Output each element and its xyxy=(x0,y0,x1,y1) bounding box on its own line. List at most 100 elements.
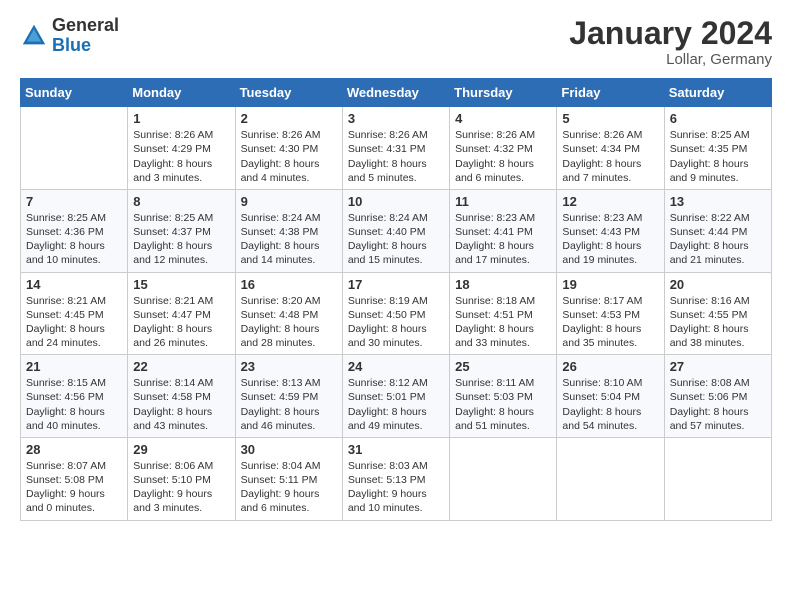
day-number: 7 xyxy=(26,194,122,209)
day-info: Sunrise: 8:13 AM Sunset: 4:59 PM Dayligh… xyxy=(241,376,337,433)
day-number: 1 xyxy=(133,111,229,126)
calendar-day-cell: 6 Sunrise: 8:25 AM Sunset: 4:35 PM Daylig… xyxy=(664,107,771,190)
day-of-week-header: Thursday xyxy=(450,79,557,107)
day-number: 29 xyxy=(133,442,229,457)
calendar-day-cell: 22 Sunrise: 8:14 AM Sunset: 4:58 PM Dayli… xyxy=(128,355,235,438)
day-number: 15 xyxy=(133,277,229,292)
calendar-day-cell: 30 Sunrise: 8:04 AM Sunset: 5:11 PM Dayli… xyxy=(235,437,342,520)
day-number: 10 xyxy=(348,194,444,209)
day-number: 6 xyxy=(670,111,766,126)
calendar-day-cell: 20 Sunrise: 8:16 AM Sunset: 4:55 PM Dayli… xyxy=(664,272,771,355)
day-number: 19 xyxy=(562,277,658,292)
calendar-day-cell: 15 Sunrise: 8:21 AM Sunset: 4:47 PM Dayli… xyxy=(128,272,235,355)
calendar-day-cell: 5Sunrise: 8:26 AM Sunset: 4:34 PM Daylig… xyxy=(557,107,664,190)
day-of-week-header: Friday xyxy=(557,79,664,107)
day-info: Sunrise: 8:26 AM Sunset: 4:30 PM Dayligh… xyxy=(241,128,337,185)
calendar-day-cell: 26 Sunrise: 8:10 AM Sunset: 5:04 PM Dayli… xyxy=(557,355,664,438)
day-of-week-header: Sunday xyxy=(21,79,128,107)
day-number: 2 xyxy=(241,111,337,126)
day-number: 22 xyxy=(133,359,229,374)
day-of-week-header: Monday xyxy=(128,79,235,107)
day-info: Sunrise: 8:15 AM Sunset: 4:56 PM Dayligh… xyxy=(26,376,122,433)
day-number: 17 xyxy=(348,277,444,292)
day-info: Sunrise: 8:07 AM Sunset: 5:08 PM Dayligh… xyxy=(26,459,122,516)
day-number: 5 xyxy=(562,111,658,126)
calendar-header-row: SundayMondayTuesdayWednesdayThursdayFrid… xyxy=(21,79,772,107)
day-of-week-header: Saturday xyxy=(664,79,771,107)
day-number: 18 xyxy=(455,277,551,292)
day-info: Sunrise: 8:20 AM Sunset: 4:48 PM Dayligh… xyxy=(241,294,337,351)
calendar-day-cell: 11Sunrise: 8:23 AM Sunset: 4:41 PM Dayli… xyxy=(450,189,557,272)
day-number: 21 xyxy=(26,359,122,374)
day-number: 25 xyxy=(455,359,551,374)
calendar-day-cell: 24 Sunrise: 8:12 AM Sunset: 5:01 PM Dayli… xyxy=(342,355,449,438)
day-number: 31 xyxy=(348,442,444,457)
day-info: Sunrise: 8:06 AM Sunset: 5:10 PM Dayligh… xyxy=(133,459,229,516)
day-info: Sunrise: 8:12 AM Sunset: 5:01 PM Dayligh… xyxy=(348,376,444,433)
day-info: Sunrise: 8:14 AM Sunset: 4:58 PM Dayligh… xyxy=(133,376,229,433)
page-header: General Blue January 2024 Lollar, German… xyxy=(20,16,772,68)
day-info: Sunrise: 8:16 AM Sunset: 4:55 PM Dayligh… xyxy=(670,294,766,351)
calendar-table: SundayMondayTuesdayWednesdayThursdayFrid… xyxy=(20,78,772,520)
day-number: 23 xyxy=(241,359,337,374)
logo-blue: Blue xyxy=(52,35,91,55)
calendar-day-cell: 28 Sunrise: 8:07 AM Sunset: 5:08 PM Dayli… xyxy=(21,437,128,520)
day-number: 24 xyxy=(348,359,444,374)
calendar-day-cell xyxy=(450,437,557,520)
day-number: 4 xyxy=(455,111,551,126)
day-number: 26 xyxy=(562,359,658,374)
calendar-day-cell: 2 Sunrise: 8:26 AM Sunset: 4:30 PM Daylig… xyxy=(235,107,342,190)
calendar-day-cell: 7 Sunrise: 8:25 AM Sunset: 4:36 PM Daylig… xyxy=(21,189,128,272)
calendar-day-cell: 17 Sunrise: 8:19 AM Sunset: 4:50 PM Dayli… xyxy=(342,272,449,355)
calendar-day-cell: 29 Sunrise: 8:06 AM Sunset: 5:10 PM Dayli… xyxy=(128,437,235,520)
day-info: Sunrise: 8:26 AM Sunset: 4:31 PM Dayligh… xyxy=(348,128,444,185)
day-number: 30 xyxy=(241,442,337,457)
day-info: Sunrise: 8:24 AM Sunset: 4:40 PM Dayligh… xyxy=(348,211,444,268)
logo-text: General Blue xyxy=(52,16,119,56)
calendar-day-cell: 13Sunrise: 8:22 AM Sunset: 4:44 PM Dayli… xyxy=(664,189,771,272)
day-number: 3 xyxy=(348,111,444,126)
day-info: Sunrise: 8:25 AM Sunset: 4:35 PM Dayligh… xyxy=(670,128,766,185)
calendar-week-row: 28 Sunrise: 8:07 AM Sunset: 5:08 PM Dayli… xyxy=(21,437,772,520)
day-info: Sunrise: 8:19 AM Sunset: 4:50 PM Dayligh… xyxy=(348,294,444,351)
calendar-day-cell xyxy=(21,107,128,190)
calendar-week-row: 7 Sunrise: 8:25 AM Sunset: 4:36 PM Daylig… xyxy=(21,189,772,272)
day-of-week-header: Tuesday xyxy=(235,79,342,107)
logo-general: General xyxy=(52,15,119,35)
day-info: Sunrise: 8:26 AM Sunset: 4:32 PM Dayligh… xyxy=(455,128,551,185)
calendar-day-cell: 8 Sunrise: 8:25 AM Sunset: 4:37 PM Daylig… xyxy=(128,189,235,272)
day-info: Sunrise: 8:10 AM Sunset: 5:04 PM Dayligh… xyxy=(562,376,658,433)
calendar-day-cell: 21 Sunrise: 8:15 AM Sunset: 4:56 PM Dayli… xyxy=(21,355,128,438)
calendar-week-row: 21 Sunrise: 8:15 AM Sunset: 4:56 PM Dayli… xyxy=(21,355,772,438)
day-info: Sunrise: 8:18 AM Sunset: 4:51 PM Dayligh… xyxy=(455,294,551,351)
day-number: 28 xyxy=(26,442,122,457)
calendar-day-cell: 1Sunrise: 8:26 AM Sunset: 4:29 PM Daylig… xyxy=(128,107,235,190)
calendar-day-cell: 18 Sunrise: 8:18 AM Sunset: 4:51 PM Dayli… xyxy=(450,272,557,355)
logo: General Blue xyxy=(20,16,119,56)
month-title: January 2024 xyxy=(569,16,772,51)
day-info: Sunrise: 8:21 AM Sunset: 4:45 PM Dayligh… xyxy=(26,294,122,351)
calendar-day-cell: 12 Sunrise: 8:23 AM Sunset: 4:43 PM Dayli… xyxy=(557,189,664,272)
calendar-week-row: 14 Sunrise: 8:21 AM Sunset: 4:45 PM Dayli… xyxy=(21,272,772,355)
day-info: Sunrise: 8:23 AM Sunset: 4:43 PM Dayligh… xyxy=(562,211,658,268)
day-info: Sunrise: 8:21 AM Sunset: 4:47 PM Dayligh… xyxy=(133,294,229,351)
calendar-day-cell xyxy=(664,437,771,520)
day-info: Sunrise: 8:03 AM Sunset: 5:13 PM Dayligh… xyxy=(348,459,444,516)
day-number: 16 xyxy=(241,277,337,292)
day-info: Sunrise: 8:23 AM Sunset: 4:41 PM Dayligh… xyxy=(455,211,551,268)
day-info: Sunrise: 8:04 AM Sunset: 5:11 PM Dayligh… xyxy=(241,459,337,516)
day-of-week-header: Wednesday xyxy=(342,79,449,107)
day-info: Sunrise: 8:24 AM Sunset: 4:38 PM Dayligh… xyxy=(241,211,337,268)
calendar-day-cell: 3 Sunrise: 8:26 AM Sunset: 4:31 PM Daylig… xyxy=(342,107,449,190)
day-number: 20 xyxy=(670,277,766,292)
calendar-day-cell: 10 Sunrise: 8:24 AM Sunset: 4:40 PM Dayli… xyxy=(342,189,449,272)
calendar-day-cell: 19Sunrise: 8:17 AM Sunset: 4:53 PM Dayli… xyxy=(557,272,664,355)
calendar-day-cell: 9Sunrise: 8:24 AM Sunset: 4:38 PM Daylig… xyxy=(235,189,342,272)
calendar-day-cell xyxy=(557,437,664,520)
day-number: 14 xyxy=(26,277,122,292)
day-number: 8 xyxy=(133,194,229,209)
day-info: Sunrise: 8:25 AM Sunset: 4:37 PM Dayligh… xyxy=(133,211,229,268)
day-info: Sunrise: 8:25 AM Sunset: 4:36 PM Dayligh… xyxy=(26,211,122,268)
day-number: 12 xyxy=(562,194,658,209)
calendar-day-cell: 4 Sunrise: 8:26 AM Sunset: 4:32 PM Daylig… xyxy=(450,107,557,190)
